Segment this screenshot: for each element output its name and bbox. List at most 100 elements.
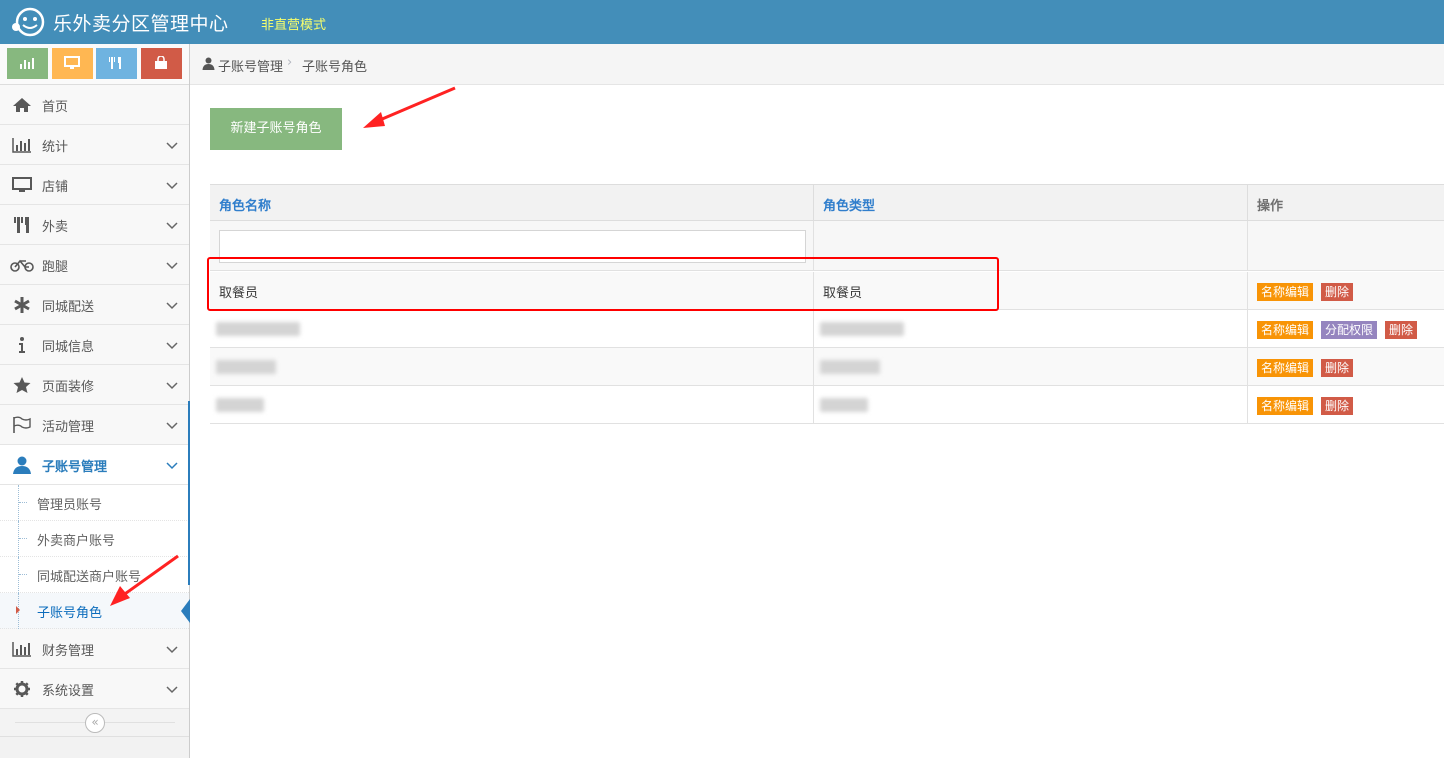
column-header-role-type[interactable]: 角色类型 bbox=[814, 185, 1248, 221]
collapse-sidebar-button[interactable]: « bbox=[85, 713, 105, 733]
sidebar-item-label: 首页 bbox=[42, 100, 69, 115]
sidebar-item-label: 系统设置 bbox=[42, 684, 95, 699]
annotation-arrow bbox=[363, 86, 456, 128]
submenu-item-label: 管理员账号 bbox=[37, 498, 103, 513]
chevron-down-icon bbox=[166, 222, 178, 230]
new-role-button[interactable]: 新建子账号角色 bbox=[210, 108, 342, 150]
bar-chart-icon bbox=[20, 58, 34, 69]
chevron-down-icon bbox=[166, 646, 178, 654]
shortcut-store-button[interactable] bbox=[52, 48, 93, 79]
breadcrumb: 子账号管理 › 子账号角色 bbox=[190, 44, 1444, 85]
sidebar-item-home[interactable]: 首页 bbox=[0, 85, 189, 125]
caret-right-icon bbox=[16, 606, 20, 614]
breadcrumb-parent[interactable]: 子账号管理 bbox=[218, 56, 283, 75]
sidebar-item-label: 页面装修 bbox=[42, 380, 95, 395]
breadcrumb-current: 子账号角色 bbox=[302, 60, 368, 75]
edit-name-button[interactable]: 名称编辑 bbox=[1257, 397, 1314, 415]
shortcut-takeaway-button[interactable] bbox=[96, 48, 137, 79]
star-icon bbox=[13, 377, 31, 393]
sidebar-item-label: 同城信息 bbox=[42, 340, 95, 355]
gear-icon bbox=[14, 681, 30, 697]
sidebar-item-label: 子账号管理 bbox=[42, 460, 108, 475]
logo-icon bbox=[12, 7, 45, 37]
sidebar-item-errand[interactable]: 跑腿 bbox=[0, 245, 189, 285]
shortcut-bar bbox=[0, 44, 189, 85]
column-header-role-name[interactable]: 角色名称 bbox=[210, 185, 814, 221]
sidebar-item-sub-accounts[interactable]: 子账号管理 bbox=[0, 445, 189, 485]
home-icon bbox=[13, 98, 31, 112]
sidebar-item-page-design[interactable]: 页面装修 bbox=[0, 365, 189, 405]
chevron-down-icon bbox=[166, 342, 178, 350]
bicycle-icon bbox=[10, 259, 34, 272]
submenu-item-admin-accounts[interactable]: 管理员账号 bbox=[0, 485, 189, 521]
user-icon bbox=[13, 456, 31, 474]
table-row: 名称编辑 删除 bbox=[210, 348, 1444, 386]
bar-chart-icon bbox=[12, 642, 31, 657]
blurred-role-name bbox=[216, 322, 300, 336]
sidebar: 首页 统计 店铺 外卖 跑腿 同城配送 同城信息 页面装修 活动管理 子账号管理… bbox=[0, 44, 190, 758]
active-menu-bar bbox=[188, 401, 190, 585]
sidebar-item-store[interactable]: 店铺 bbox=[0, 165, 189, 205]
chevron-down-icon bbox=[166, 142, 178, 150]
sidebar-item-label: 统计 bbox=[42, 140, 69, 155]
sidebar-item-stats[interactable]: 统计 bbox=[0, 125, 189, 165]
column-header-actions: 操作 bbox=[1248, 185, 1444, 221]
sidebar-item-city-delivery[interactable]: 同城配送 bbox=[0, 285, 189, 325]
shortcut-stats-button[interactable] bbox=[7, 48, 48, 79]
edit-name-button[interactable]: 名称编辑 bbox=[1257, 321, 1314, 339]
roles-table: 角色名称 角色类型 操作 取餐员 取餐员 名称编辑 删除 名称编辑 分配权限 删… bbox=[210, 184, 1444, 424]
asterisk-icon bbox=[14, 297, 30, 313]
sidebar-item-settings[interactable]: 系统设置 bbox=[0, 669, 189, 709]
mode-label[interactable]: 非直营模式 bbox=[261, 14, 326, 33]
user-icon bbox=[202, 57, 215, 70]
sidebar-item-activity[interactable]: 活动管理 bbox=[0, 405, 189, 445]
sidebar-item-label: 财务管理 bbox=[42, 644, 95, 659]
blurred-role-name bbox=[216, 360, 276, 374]
annotation-arrow bbox=[110, 554, 179, 606]
blurred-role-type bbox=[820, 322, 904, 336]
edit-name-button[interactable]: 名称编辑 bbox=[1257, 283, 1314, 301]
chevron-down-icon bbox=[166, 182, 178, 190]
flag-icon bbox=[13, 416, 31, 433]
blurred-role-type bbox=[820, 398, 868, 412]
delete-button[interactable]: 删除 bbox=[1321, 397, 1354, 415]
sidebar-item-label: 店铺 bbox=[42, 180, 69, 195]
sidebar-item-finance[interactable]: 财务管理 bbox=[0, 629, 189, 669]
cutlery-icon bbox=[14, 217, 29, 233]
info-icon bbox=[19, 337, 25, 353]
blurred-role-type bbox=[820, 360, 880, 374]
table-row: 名称编辑 分配权限 删除 bbox=[210, 310, 1444, 348]
sidebar-item-label: 跑腿 bbox=[42, 260, 69, 275]
chevron-down-icon bbox=[166, 422, 178, 430]
delete-button[interactable]: 删除 bbox=[1321, 283, 1354, 301]
annotation-highlight-box bbox=[207, 257, 999, 311]
chevron-down-icon bbox=[166, 686, 178, 694]
shortcut-shop-button[interactable] bbox=[141, 48, 182, 79]
app-title: 乐外卖分区管理中心 bbox=[53, 13, 229, 35]
top-navbar: 乐外卖分区管理中心 非直营模式 bbox=[0, 0, 1444, 44]
delete-button[interactable]: 删除 bbox=[1321, 359, 1354, 377]
chevron-down-icon bbox=[166, 382, 178, 390]
bar-chart-icon bbox=[12, 138, 31, 153]
monitor-icon bbox=[64, 56, 80, 69]
sidebar-item-label: 活动管理 bbox=[42, 420, 95, 435]
shopping-bag-icon bbox=[155, 56, 167, 69]
sidebar-item-label: 同城配送 bbox=[42, 300, 95, 315]
chevron-down-icon bbox=[166, 462, 178, 470]
cutlery-icon bbox=[109, 57, 121, 69]
breadcrumb-separator: › bbox=[287, 55, 293, 70]
table-row: 名称编辑 删除 bbox=[210, 386, 1444, 424]
sidebar-collapse: « bbox=[0, 709, 189, 737]
sidebar-item-city-info[interactable]: 同城信息 bbox=[0, 325, 189, 365]
sidebar-item-label: 外卖 bbox=[42, 220, 69, 235]
submenu-item-label: 子账号角色 bbox=[37, 606, 103, 621]
delete-button[interactable]: 删除 bbox=[1385, 321, 1418, 339]
chevron-down-icon bbox=[166, 302, 178, 310]
sidebar-item-takeaway[interactable]: 外卖 bbox=[0, 205, 189, 245]
monitor-icon bbox=[12, 177, 32, 192]
submenu-item-label: 外卖商户账号 bbox=[37, 534, 116, 549]
edit-name-button[interactable]: 名称编辑 bbox=[1257, 359, 1314, 377]
chevron-down-icon bbox=[166, 262, 178, 270]
assign-permissions-button[interactable]: 分配权限 bbox=[1321, 321, 1378, 339]
blurred-role-name bbox=[216, 398, 264, 412]
